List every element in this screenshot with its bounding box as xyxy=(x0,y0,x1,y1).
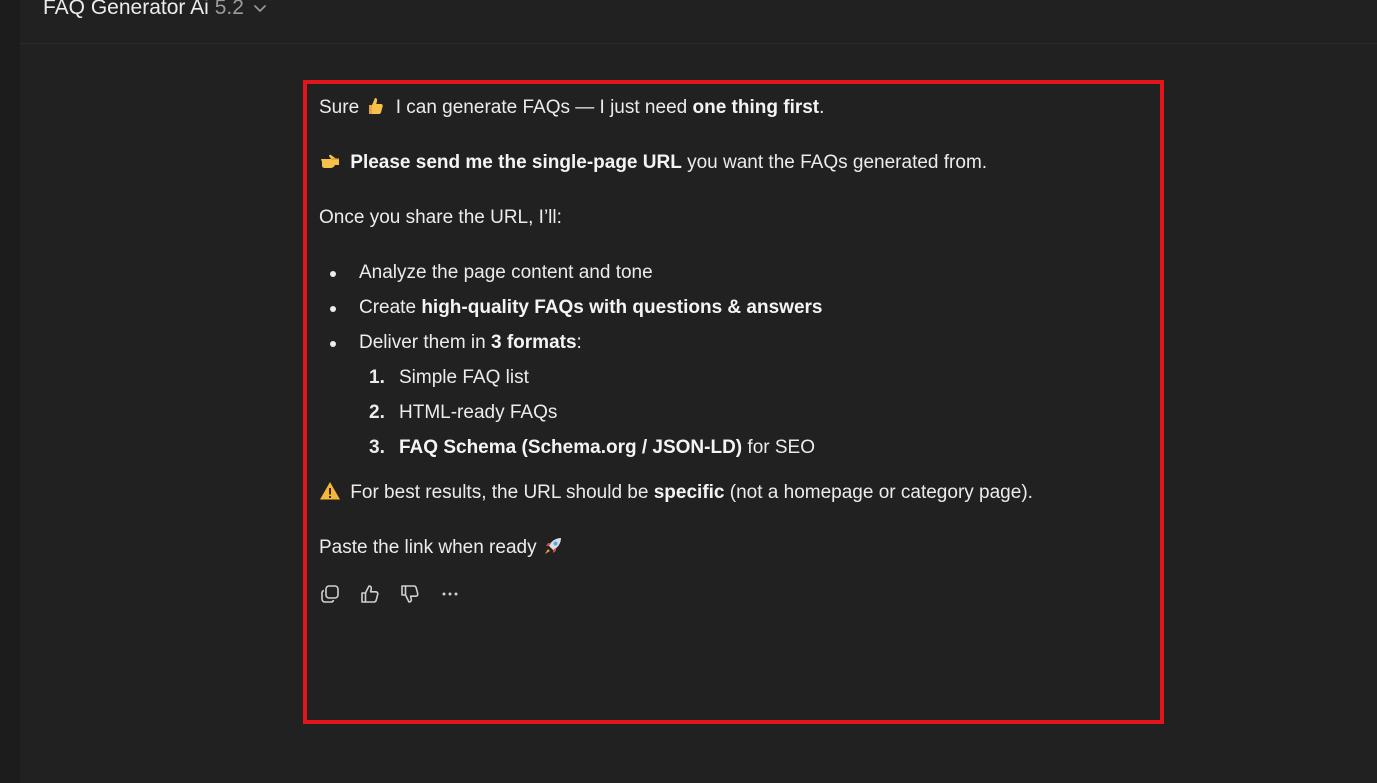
item-number: 1. xyxy=(369,367,385,388)
rocket-emoji-icon xyxy=(544,538,561,554)
warning-emoji-icon xyxy=(320,482,340,500)
thumbs-up-emoji-icon xyxy=(369,98,384,114)
warning-rest: (not a homepage or category page). xyxy=(729,482,1033,503)
top-bar: FAQ Generator Ai 5.2 xyxy=(20,0,1377,44)
numbered-item: 2. HTML-ready FAQs xyxy=(369,400,557,426)
intro-bold: one thing first xyxy=(692,97,820,118)
bullet-dot xyxy=(330,306,336,312)
item-number: 2. xyxy=(369,402,385,423)
warning-line: For best results, the URL should be spec… xyxy=(319,480,1033,506)
bullet-text: Deliver them in 3 formats: xyxy=(359,330,582,356)
bullet-bold: 3 formats xyxy=(491,332,577,353)
bullet-text: Create high-quality FAQs with questions … xyxy=(359,295,822,321)
bullet-pre: Create xyxy=(359,297,417,318)
once-line: Once you share the URL, I’ll: xyxy=(319,207,562,228)
item-text: for SEO xyxy=(747,437,815,458)
item-text: HTML-ready FAQs xyxy=(399,402,558,423)
bullet-dot xyxy=(330,341,336,347)
item-text: Simple FAQ list xyxy=(399,367,529,388)
sidebar-edge xyxy=(0,0,20,783)
warning-bold: specific xyxy=(653,482,725,503)
thumbs-up-button[interactable] xyxy=(359,583,381,605)
thumbs-down-icon xyxy=(401,585,419,603)
item-number: 3. xyxy=(369,437,385,458)
request-bold: Please send me the single-page URL xyxy=(350,152,682,173)
pointing-right-emoji-icon xyxy=(321,154,339,168)
bullet-pre: Deliver them in xyxy=(359,332,486,353)
request-line: Please send me the single-page URL you w… xyxy=(319,150,987,176)
item-bold: FAQ Schema (Schema.org / JSON-LD) xyxy=(399,437,743,458)
numbered-item: 1. Simple FAQ list xyxy=(369,365,529,391)
model-name: FAQ Generator Ai xyxy=(43,0,209,19)
message-actions xyxy=(319,583,461,605)
model-selector[interactable]: FAQ Generator Ai 5.2 xyxy=(43,0,268,20)
closing-line: Paste the link when ready xyxy=(319,535,568,561)
closing-text: Paste the link when ready xyxy=(319,537,537,558)
intro-end: . xyxy=(819,97,825,118)
bullet-text: Analyze the page content and tone xyxy=(359,262,653,283)
bullet-dot xyxy=(330,271,336,277)
model-version: 5.2 xyxy=(214,0,244,19)
thumbs-down-button[interactable] xyxy=(399,583,421,605)
thumbs-up-icon xyxy=(361,585,379,603)
bullet-end: : xyxy=(576,332,582,353)
intro-pre: Sure xyxy=(319,97,360,118)
intro-mid: I can generate FAQs — I just need xyxy=(395,97,688,118)
request-rest: you want the FAQs generated from. xyxy=(687,152,988,173)
more-icon xyxy=(442,592,458,596)
more-button[interactable] xyxy=(439,583,461,605)
copy-button[interactable] xyxy=(319,583,341,605)
intro-line: Sure I can generate FAQs — I just need o… xyxy=(319,95,824,121)
bullet-bold: high-quality FAQs with questions & answe… xyxy=(421,297,823,318)
warning-pre: For best results, the URL should be xyxy=(350,482,649,503)
copy-icon xyxy=(321,585,339,603)
numbered-item: 3. FAQ Schema (Schema.org / JSON-LD) for … xyxy=(369,435,815,461)
chevron-down-icon xyxy=(254,5,266,12)
